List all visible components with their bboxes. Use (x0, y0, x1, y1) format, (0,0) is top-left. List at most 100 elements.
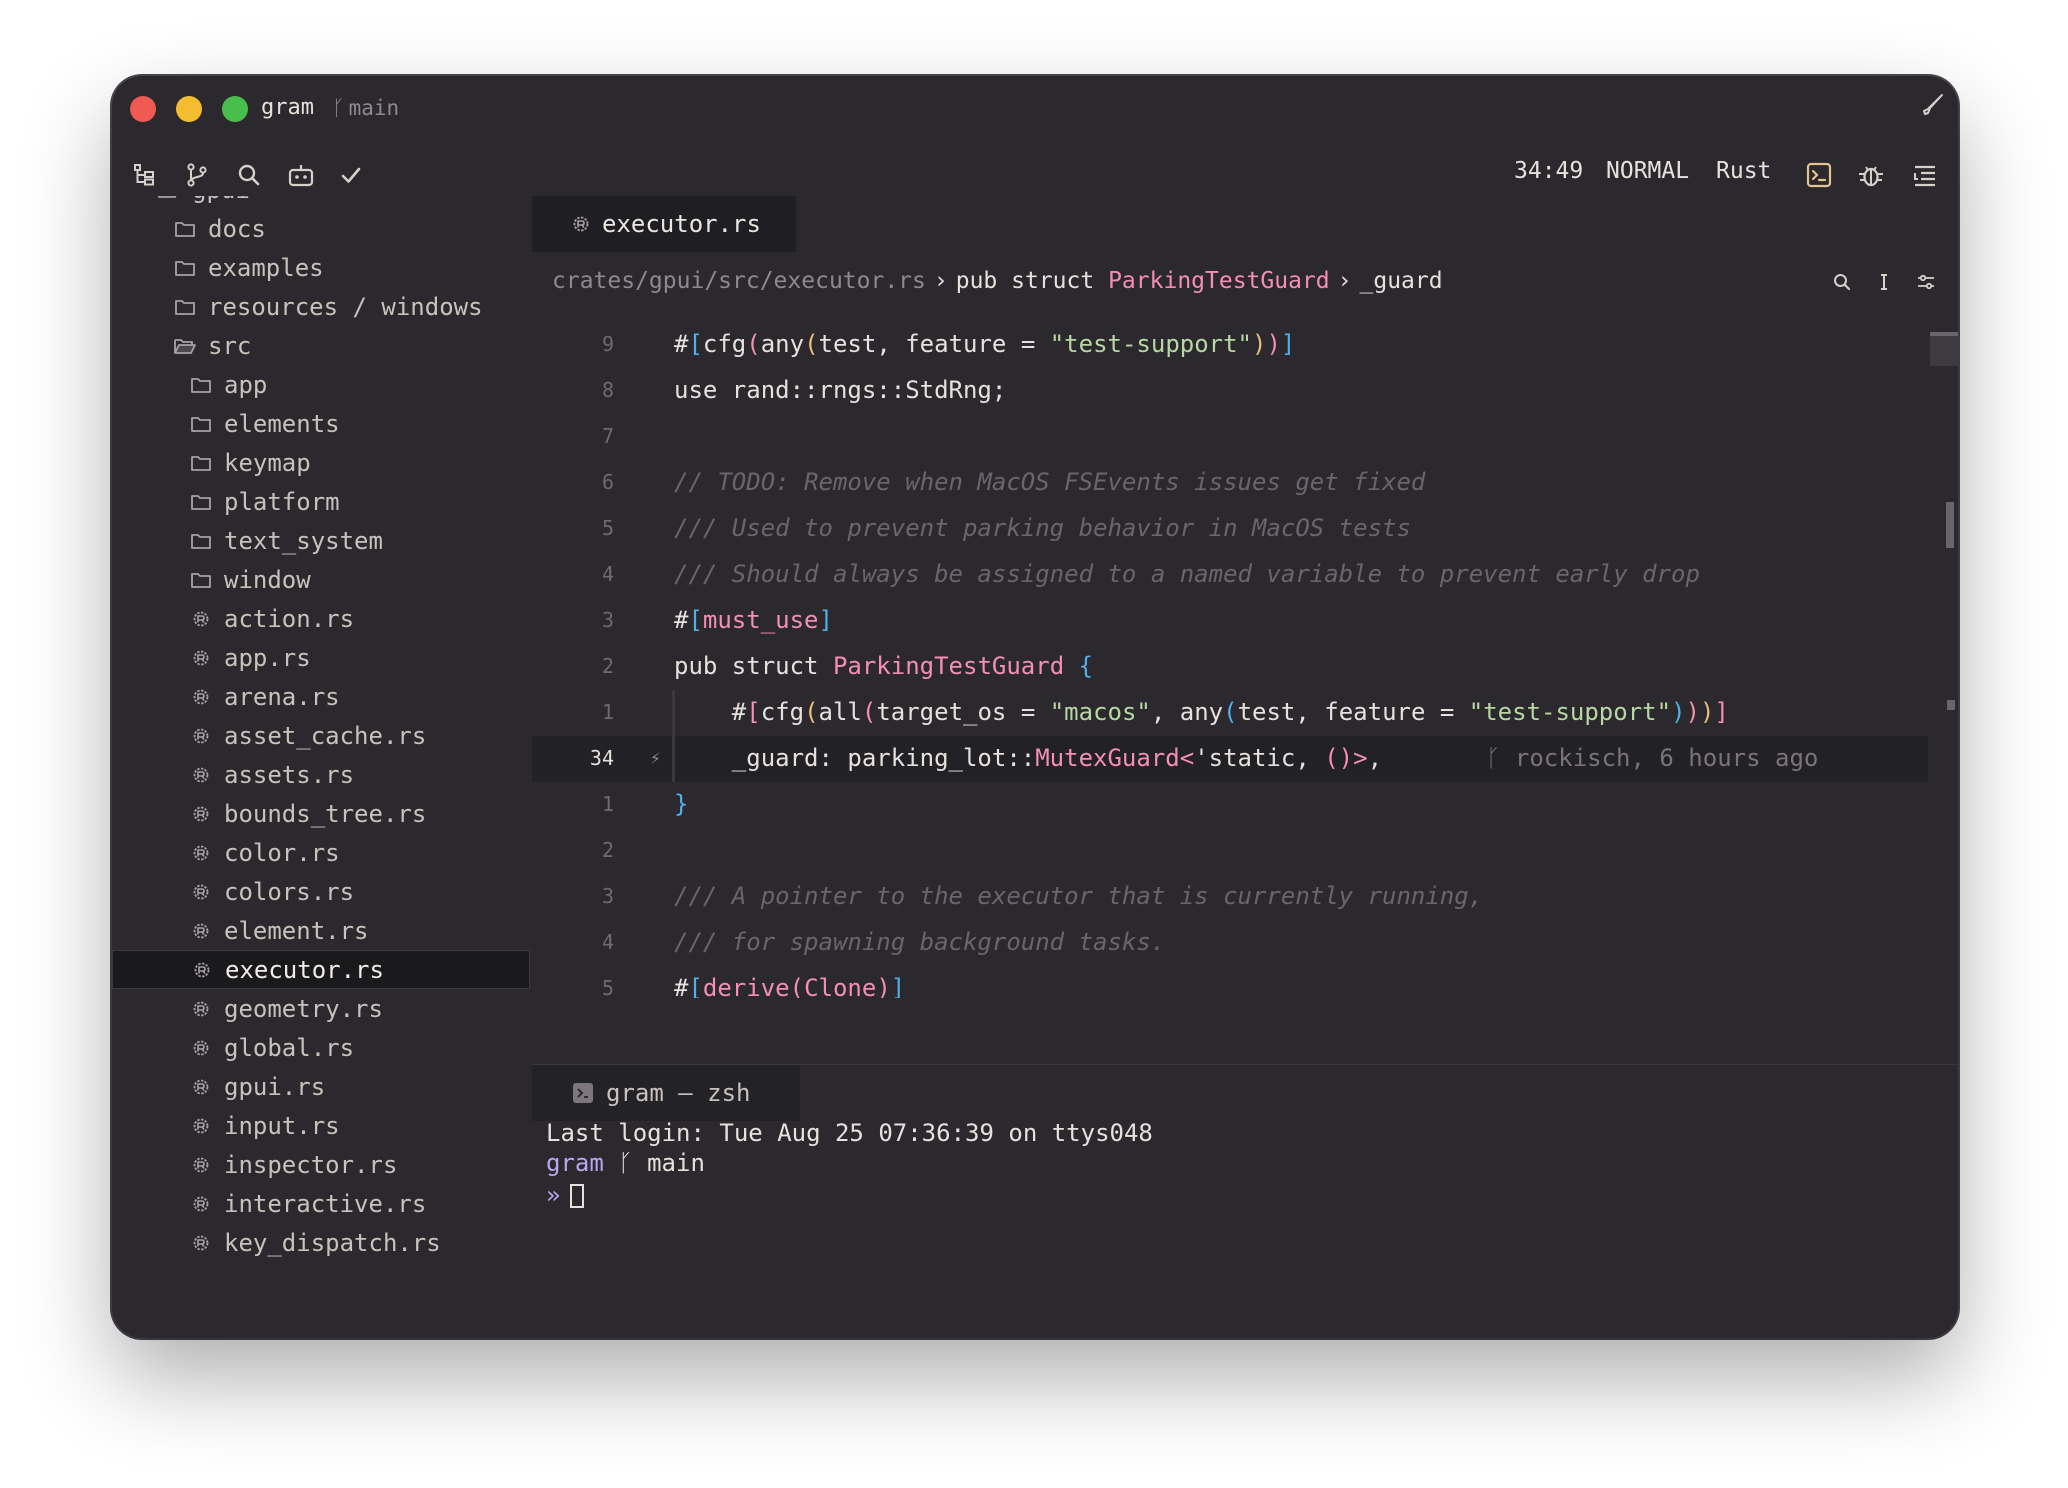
tab-executor-rs[interactable]: executor.rs (532, 196, 796, 252)
breadcrumb-separator: › (933, 268, 948, 294)
sidebar-item[interactable]: app.rs (112, 638, 530, 677)
sidebar-item-label: geometry.rs (224, 994, 383, 1023)
sidebar-item[interactable]: interactive.rs (112, 1184, 530, 1223)
maximize-window-button[interactable] (222, 96, 248, 122)
search-icon[interactable] (1830, 270, 1854, 294)
cursor-position[interactable]: 34:49 (1514, 158, 1583, 184)
terminal-icon[interactable] (1802, 158, 1836, 192)
code-line[interactable]: 8 use rand::rngs::StdRng; (532, 368, 1928, 414)
branch-indicator[interactable]: ᚴ main (332, 96, 399, 120)
code-line[interactable]: 2 (532, 828, 1928, 874)
code-line[interactable]: 1} (532, 782, 1928, 828)
sidebar-item[interactable]: inspector.rs (112, 1145, 530, 1184)
sidebar-item[interactable]: resources / windows (112, 287, 530, 326)
editor-scrollbar[interactable] (1930, 322, 1958, 998)
code-line[interactable]: 6 // TODO: Remove when MacOS FSEvents iss… (532, 460, 1928, 506)
sidebar-item[interactable]: colors.rs (112, 872, 530, 911)
prompt-symbol: » (546, 1181, 561, 1209)
sidebar-item[interactable]: app (112, 365, 530, 404)
code-line[interactable]: 4 /// for spawning background tasks. (532, 920, 1928, 966)
search-icon[interactable] (232, 158, 266, 192)
sidebar-item[interactable]: gpui (112, 196, 530, 209)
git-branch-icon[interactable] (180, 158, 214, 192)
tab-terminal[interactable]: gram — zsh (532, 1065, 800, 1121)
code-line-current[interactable]: 34 ⚡ _guard: parking_lot::MutexGuard<'sta… (532, 736, 1928, 782)
code-text[interactable]: /// Used to prevent parking behavior in … (674, 514, 1411, 542)
terminal-input-line[interactable]: » (546, 1181, 585, 1209)
code-line[interactable]: 3 /// A pointer to the executor that is c… (532, 874, 1928, 920)
code-line[interactable]: 3 #[must_use] (532, 598, 1928, 644)
code-text[interactable]: use rand::rngs::StdRng; (674, 376, 1006, 404)
sidebar-item[interactable]: platform (112, 482, 530, 521)
paint-brush-icon[interactable] (1920, 92, 1946, 118)
sidebar-item[interactable]: docs (112, 209, 530, 248)
sidebar-item[interactable]: executor.rs (112, 950, 530, 989)
code-text[interactable]: } (674, 790, 688, 818)
code-text[interactable]: #[cfg(all(target_os = "macos", any(test,… (674, 698, 1729, 726)
line-number: 4 (601, 930, 614, 954)
sidebar-item[interactable]: geometry.rs (112, 989, 530, 1028)
title-bar: gram ᚴ main (112, 76, 1958, 136)
project-tree-icon[interactable] (128, 158, 162, 192)
sidebar-item[interactable]: elements (112, 404, 530, 443)
line-number: 6 (601, 470, 614, 494)
code-line[interactable]: 7 (532, 414, 1928, 460)
code-text[interactable]: #[must_use] (674, 606, 833, 634)
sidebar-item[interactable]: src (112, 326, 530, 365)
breadcrumb[interactable]: crates/gpui/src/executor.rs › pub struct P… (552, 268, 1443, 294)
sidebar-item[interactable]: input.rs (112, 1106, 530, 1145)
rust-file-icon (188, 801, 214, 827)
code-text[interactable]: /// A pointer to the executor that is cu… (674, 882, 1483, 910)
outline-icon[interactable] (1908, 158, 1942, 192)
sidebar-item[interactable]: asset_cache.rs (112, 716, 530, 755)
sidebar-item-label: executor.rs (225, 955, 384, 984)
sidebar-item[interactable]: assets.rs (112, 755, 530, 794)
code-text[interactable]: #[derive(Clone)] (674, 974, 905, 998)
check-icon[interactable] (334, 158, 368, 192)
code-action-icon[interactable]: ⚡ (650, 748, 661, 769)
language-selector[interactable]: Rust (1716, 158, 1771, 184)
code-text[interactable]: /// for spawning background tasks. (674, 928, 1165, 956)
sidebar-item[interactable]: global.rs (112, 1028, 530, 1067)
sidebar-item[interactable]: keymap (112, 443, 530, 482)
code-line[interactable]: 4 /// Should always be assigned to a name… (532, 552, 1928, 598)
code-text[interactable]: /// Should always be assigned to a named… (674, 560, 1700, 588)
sidebar-item[interactable]: arena.rs (112, 677, 530, 716)
code-line[interactable]: 2 pub struct ParkingTestGuard { (532, 644, 1928, 690)
code-text[interactable]: #[cfg(any(test, feature = "test-support"… (674, 330, 1295, 358)
breadcrumb-field[interactable]: _guard (1360, 268, 1443, 294)
sidebar-item[interactable]: gpui.rs (112, 1067, 530, 1106)
code-text[interactable]: // TODO: Remove when MacOS FSEvents issu… (674, 468, 1425, 496)
rust-file-icon (188, 1035, 214, 1061)
code-text[interactable]: _guard: parking_lot::MutexGuard<'static,… (674, 744, 1819, 772)
sidebar-item[interactable]: text_system (112, 521, 530, 560)
sidebar-item-label: arena.rs (224, 682, 340, 711)
close-window-button[interactable] (130, 96, 156, 122)
terminal-panel[interactable]: gram — zsh Last login: Tue Aug 25 07:36:… (532, 1064, 1958, 1338)
sidebar-item[interactable]: key_dispatch.rs (112, 1223, 530, 1262)
rust-file-icon (188, 918, 214, 944)
code-line[interactable]: 5 /// Used to prevent parking behavior in… (532, 506, 1928, 552)
code-view[interactable]: 9 #[cfg(any(test, feature = "test-support… (532, 322, 1932, 998)
sidebar-item[interactable]: examples (112, 248, 530, 287)
code-line[interactable]: 9 #[cfg(any(test, feature = "test-support… (532, 322, 1928, 368)
rust-file-icon (188, 840, 214, 866)
ai-assistant-icon[interactable] (284, 158, 318, 192)
code-text[interactable]: pub struct ParkingTestGuard { (674, 652, 1093, 680)
rust-file-icon (188, 645, 214, 671)
minimize-window-button[interactable] (176, 96, 202, 122)
code-line[interactable]: 1 #[cfg(all(target_os = "macos", any(tes… (532, 690, 1928, 736)
code-line[interactable]: 5 #[derive(Clone)] (532, 966, 1928, 998)
folder-icon (172, 255, 198, 281)
folder-icon (172, 294, 198, 320)
breadcrumb-path[interactable]: crates/gpui/src/executor.rs (552, 268, 926, 294)
breadcrumb-struct[interactable]: ParkingTestGuard (1108, 268, 1330, 294)
sidebar-item[interactable]: bounds_tree.rs (112, 794, 530, 833)
sidebar-item[interactable]: action.rs (112, 599, 530, 638)
debug-icon[interactable] (1854, 158, 1888, 192)
settings-sliders-icon[interactable] (1914, 270, 1938, 294)
sidebar-item[interactable]: element.rs (112, 911, 530, 950)
text-cursor-icon[interactable] (1872, 270, 1896, 294)
sidebar-item[interactable]: window (112, 560, 530, 599)
sidebar-item[interactable]: color.rs (112, 833, 530, 872)
